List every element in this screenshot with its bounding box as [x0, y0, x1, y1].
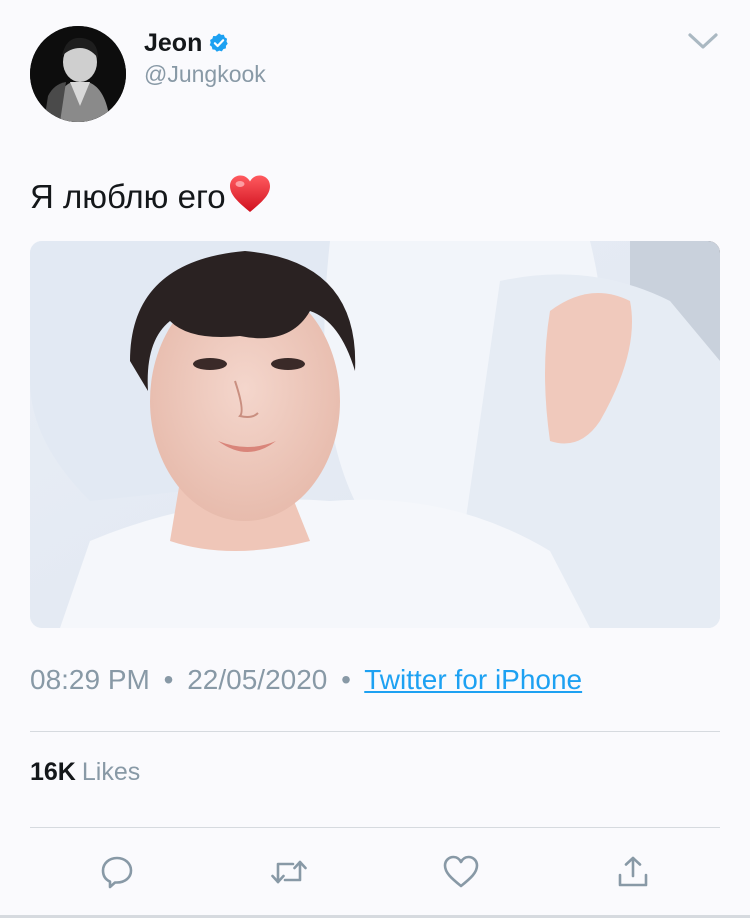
retweet-icon [271, 860, 307, 884]
tweet-header: Jeon @Jungkook [30, 26, 266, 122]
reply-button[interactable] [93, 848, 141, 896]
red-heart-emoji-icon [229, 175, 270, 212]
chevron-down-icon[interactable] [686, 26, 720, 56]
like-button[interactable] [437, 848, 485, 896]
media-photo [30, 241, 720, 628]
tweet-date: 22/05/2020 [187, 664, 328, 695]
display-name[interactable]: Jeon [144, 28, 202, 58]
tweet-text: Я люблю его [30, 174, 272, 220]
retweet-button[interactable] [265, 848, 313, 896]
meta-separator: • [163, 664, 174, 695]
reply-icon [101, 856, 133, 889]
display-name-row: Jeon [144, 28, 266, 58]
likes-count: 16K [30, 758, 76, 786]
likes-label: Likes [81, 758, 141, 786]
divider [30, 827, 720, 828]
tweet-text-body: Я люблю его [30, 178, 226, 215]
tweet-media[interactable] [30, 241, 720, 628]
tweet-card: Jeon @Jungkook Я люблю его 08:29 PM • 22… [0, 0, 750, 918]
tweet-meta: 08:29 PM • 22/05/2020 • Twitter for iPho… [30, 660, 582, 700]
user-names: Jeon @Jungkook [144, 28, 266, 88]
divider [30, 731, 720, 732]
tweet-source-link[interactable]: Twitter for iPhone [364, 664, 582, 695]
tweet-actions [0, 848, 750, 896]
user-handle[interactable]: @Jungkook [144, 60, 266, 88]
avatar-photo [30, 26, 126, 122]
avatar[interactable] [30, 26, 126, 122]
share-icon [618, 856, 648, 887]
meta-separator: • [341, 664, 351, 695]
share-button[interactable] [609, 848, 657, 896]
tweet-stats[interactable]: 16K Likes [30, 754, 140, 790]
heart-icon [443, 855, 479, 888]
verified-badge-icon [210, 33, 229, 52]
tweet-time: 08:29 PM [30, 664, 150, 695]
